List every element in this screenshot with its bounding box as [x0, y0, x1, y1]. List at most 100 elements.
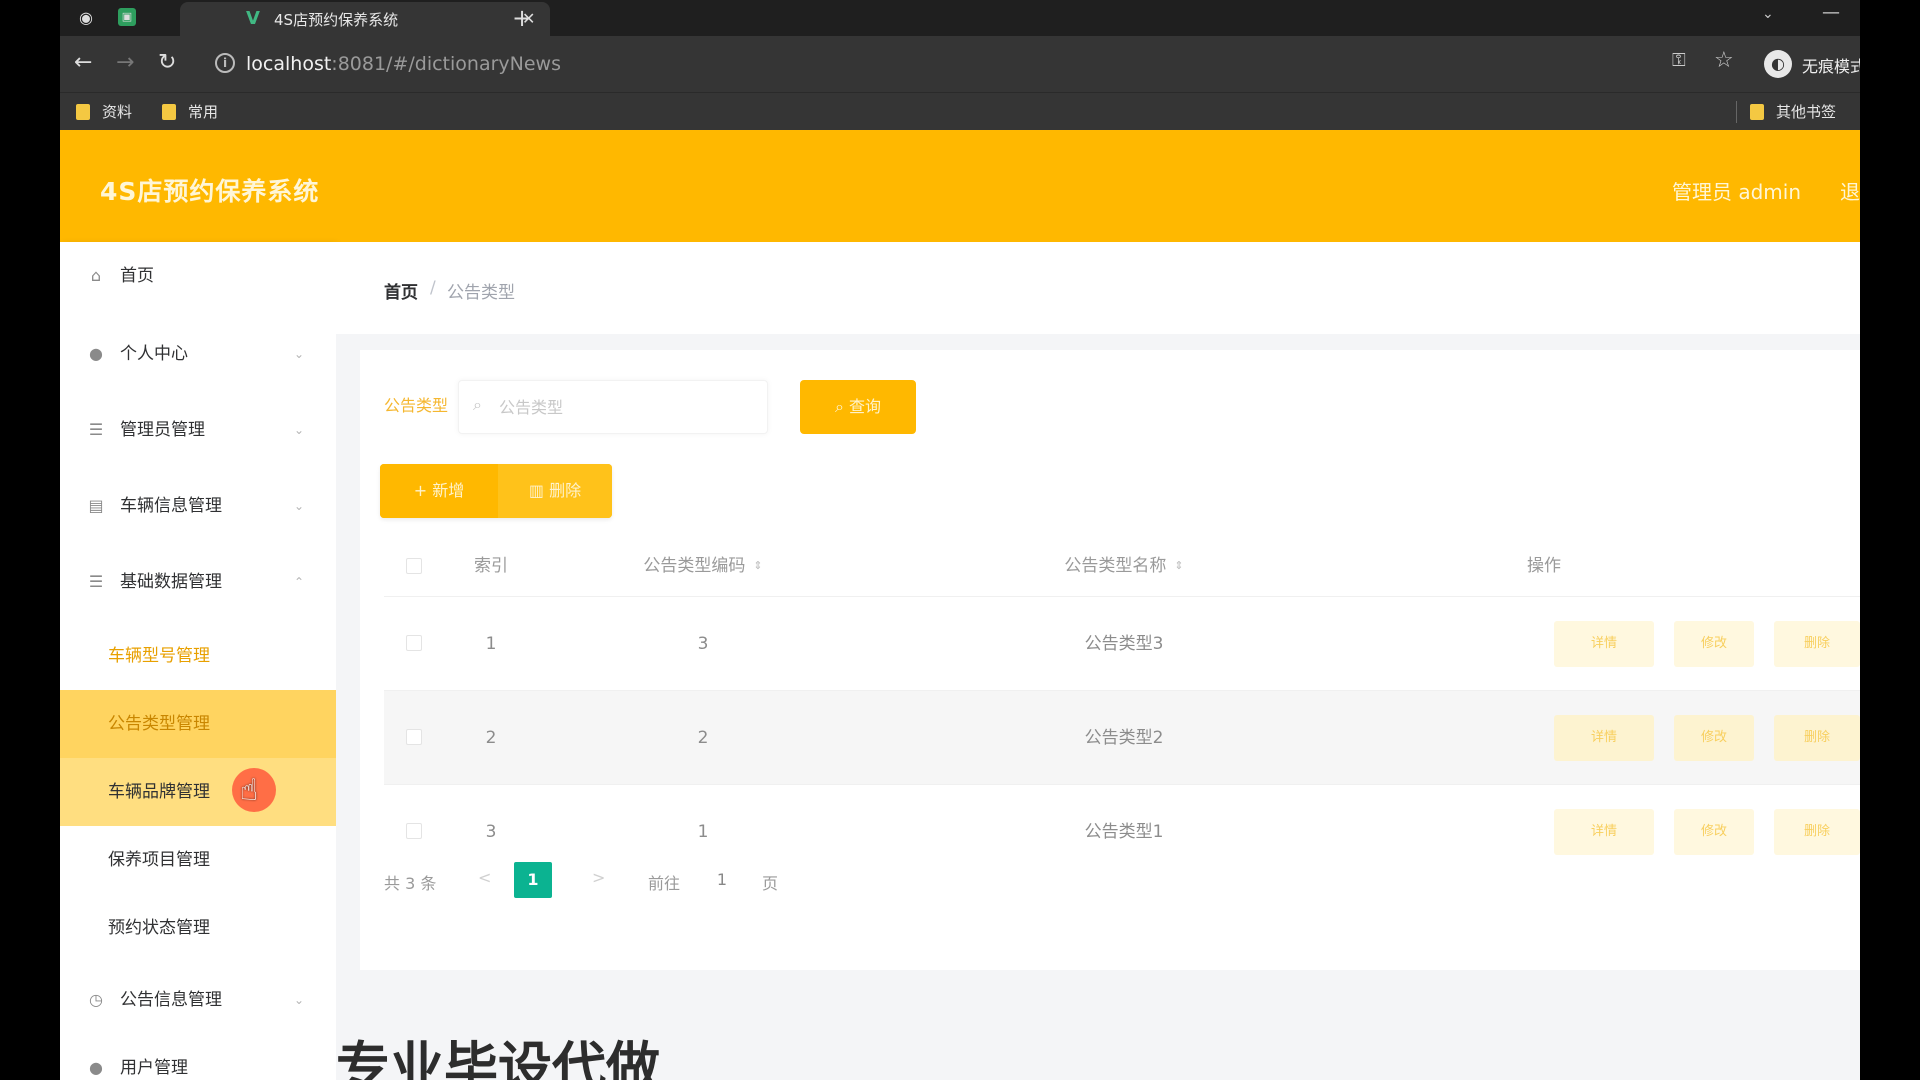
header-name[interactable]: 公告类型名称 ⇕ [1004, 554, 1244, 578]
goto-label: 前往 [648, 874, 681, 893]
home-icon: ⌂ [90, 266, 102, 285]
sidebar-item-vehicles[interactable]: ▤ 车辆信息管理 ⌄ [60, 478, 336, 534]
profile-label[interactable]: 无痕模式 [1802, 53, 1860, 77]
search-input[interactable] [499, 393, 749, 421]
sidebar-item-notices[interactable]: ◷ 公告信息管理 ⌄ [60, 972, 336, 1028]
sidebar-item-label: 用户管理 [120, 1058, 188, 1078]
bookmark-folder[interactable]: 资料 [76, 102, 132, 122]
bookmark-label: 常用 [188, 103, 219, 121]
detail-button[interactable]: 详情 [1554, 621, 1654, 667]
app-title: 4S店预约保养系统 [100, 177, 320, 206]
page-unit-label: 页 [762, 874, 779, 893]
row-checkbox[interactable] [406, 729, 422, 745]
incognito-icon[interactable]: ◐ [1764, 50, 1792, 78]
sidebar-item-users[interactable]: ● 用户管理 [60, 1040, 336, 1080]
query-label: 查询 [849, 397, 882, 416]
url-field[interactable]: localhost:8081/#/dictionaryNews [246, 52, 561, 76]
page-number-current[interactable]: 1 [514, 862, 552, 898]
goto-page-input[interactable]: 1 [698, 862, 746, 898]
action-buttons: + 新增 ▥ 删除 [380, 464, 612, 518]
submenu-notice-type[interactable]: 公告类型管理 [60, 690, 336, 758]
next-page-button[interactable]: > [592, 868, 605, 887]
add-button[interactable]: + 新增 [380, 464, 498, 518]
new-tab-button[interactable]: + [512, 4, 532, 32]
address-bar: ← → ↻ i localhost:8081/#/dictionaryNews … [60, 36, 1860, 92]
query-button[interactable]: ⌕ 查询 [800, 380, 916, 434]
sidebar-item-admin[interactable]: ☰ 管理员管理 ⌄ [60, 402, 336, 458]
star-icon[interactable]: ☆ [1714, 48, 1734, 73]
submenu-vehicle-model[interactable]: 车辆型号管理 [60, 622, 336, 690]
submenu-vehicle-brand[interactable]: 车辆品牌管理 [60, 758, 336, 826]
edit-button[interactable]: 修改 [1674, 809, 1754, 855]
submenu-maintenance-item[interactable]: 保养项目管理 [60, 826, 336, 894]
tab-title: 4S店预约保养系统 [274, 11, 399, 29]
cell-name: 公告类型1 [1084, 822, 1164, 842]
header-code-label: 公告类型编码 [643, 556, 746, 576]
vue-logo-icon: V [246, 8, 260, 29]
row-delete-button[interactable]: 删除 [1774, 715, 1860, 761]
bookmark-label: 其他书签 [1776, 103, 1837, 121]
current-user: 管理员 admin [1672, 180, 1802, 204]
breadcrumb: 首页 / 公告类型 [336, 242, 1860, 334]
globe-icon[interactable]: ◉ [76, 8, 96, 28]
search-box[interactable]: ⌕ [458, 380, 768, 434]
row-checkbox[interactable] [406, 635, 422, 651]
browser-window: ◉ ▣ V 4S店预约保养系统 ✕ + ⌄ — ← → ↻ i localhos… [60, 0, 1860, 1080]
row-delete-button[interactable]: 删除 [1774, 809, 1860, 855]
cell-index: 2 [485, 728, 497, 748]
sidebar-item-profile[interactable]: ● 个人中心 ⌄ [60, 326, 336, 382]
sidebar-item-label: 基础数据管理 [120, 572, 222, 592]
bookmark-label: 资料 [102, 103, 133, 121]
cell-index: 3 [485, 822, 497, 842]
cell-name: 公告类型2 [1084, 728, 1164, 748]
active-tab[interactable]: V 4S店预约保养系统 ✕ [180, 2, 550, 36]
reload-icon[interactable]: ↻ [158, 50, 176, 76]
submenu-label: 预约状态管理 [108, 918, 210, 938]
sort-icon: ⇕ [753, 559, 763, 572]
bookmark-folder[interactable]: 常用 [162, 102, 218, 122]
cell-index: 1 [485, 634, 497, 654]
plus-icon: + [413, 481, 433, 500]
list-icon: ☰ [88, 420, 104, 439]
list-panel: 公告类型 ⌕ ⌕ 查询 + 新增 ▥ 删除 索引 公告类型编码 ⇕ 公告类型名称 ⇕… [360, 350, 1860, 970]
minimize-icon[interactable]: — [1822, 2, 1840, 23]
delete-label: 删除 [549, 481, 582, 500]
delete-button[interactable]: ▥ 删除 [498, 464, 612, 518]
header-actions: 操作 [1527, 556, 1561, 576]
pinned-tab-icon[interactable]: ▣ [118, 8, 136, 26]
sidebar-item-base-data[interactable]: ☰ 基础数据管理 ⌃ [60, 554, 336, 610]
cell-code: 3 [697, 634, 709, 654]
submenu-booking-status[interactable]: 预约状态管理 [60, 894, 336, 962]
forward-icon[interactable]: → [116, 50, 134, 76]
edit-button[interactable]: 修改 [1674, 715, 1754, 761]
row-checkbox[interactable] [406, 823, 422, 839]
breadcrumb-current: 公告类型 [447, 283, 515, 303]
tab-bar: ◉ ▣ V 4S店预约保养系统 ✕ + ⌄ — [60, 0, 1860, 36]
logout-link[interactable]: 退 [1840, 176, 1860, 205]
header-code[interactable]: 公告类型编码 ⇕ [608, 554, 798, 578]
chevron-down-icon[interactable]: ⌄ [1762, 6, 1774, 22]
site-info-icon[interactable]: i [215, 53, 235, 73]
table-header: 索引 公告类型编码 ⇕ 公告类型名称 ⇕ 操作 [384, 536, 1860, 596]
chevron-down-icon: ⌄ [294, 423, 305, 437]
row-delete-button[interactable]: 删除 [1774, 621, 1860, 667]
edit-button[interactable]: 修改 [1674, 621, 1754, 667]
breadcrumb-home[interactable]: 首页 [384, 278, 418, 303]
key-icon[interactable]: ⚿ [1672, 50, 1686, 71]
user-icon: ● [89, 344, 103, 363]
select-all-checkbox[interactable] [406, 558, 422, 574]
back-icon[interactable]: ← [74, 50, 92, 76]
detail-button[interactable]: 详情 [1554, 809, 1654, 855]
bookmarks-bar: 资料 常用 其他书签 [60, 92, 1860, 130]
add-label: 新增 [432, 481, 465, 500]
search-label: 公告类型 [384, 396, 449, 415]
detail-button[interactable]: 详情 [1554, 715, 1654, 761]
sidebar-item-home[interactable]: ⌂ 首页 [60, 248, 336, 304]
bookmark-folder-other[interactable]: 其他书签 [1750, 102, 1836, 122]
sidebar-item-label: 车辆信息管理 [120, 496, 222, 516]
cell-name: 公告类型3 [1084, 634, 1164, 654]
sidebar-item-label: 公告信息管理 [120, 990, 222, 1010]
sidebar-item-label: 首页 [120, 266, 154, 286]
sort-icon: ⇕ [1174, 559, 1184, 572]
prev-page-button[interactable]: < [478, 868, 491, 887]
